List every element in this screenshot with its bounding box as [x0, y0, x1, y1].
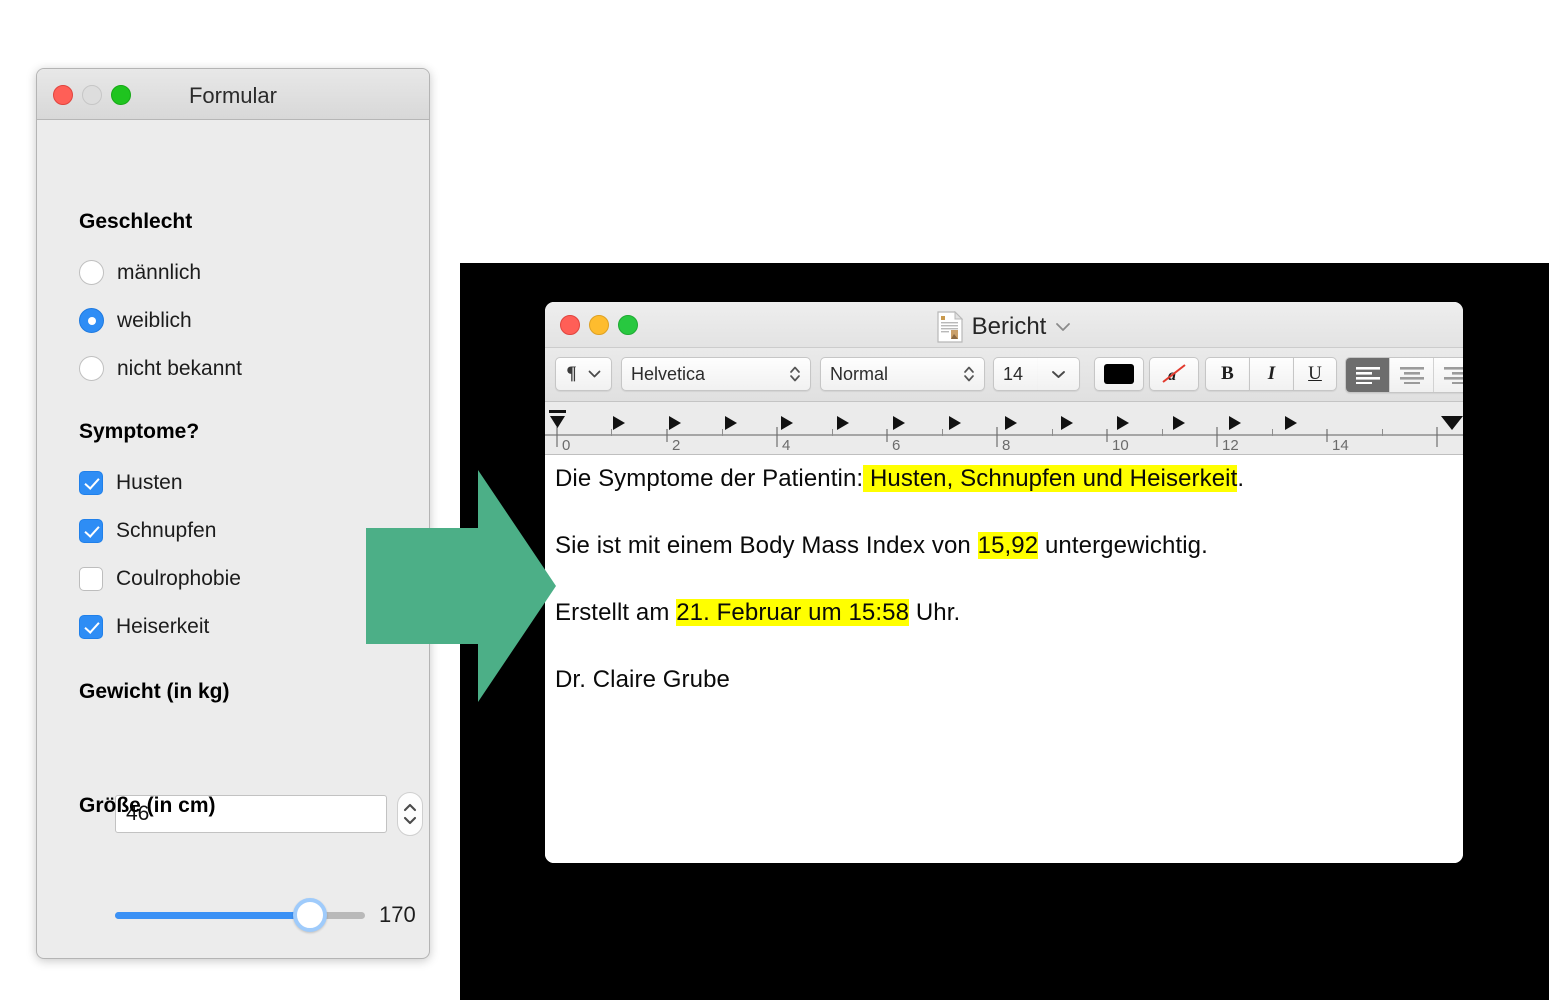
- ruler-tick-label: 2: [672, 437, 680, 454]
- ruler-tick-label: 14: [1332, 437, 1349, 454]
- height-label: Größe (in cm): [79, 794, 216, 817]
- underline-button[interactable]: U: [1293, 357, 1337, 391]
- ruler-tick-label: 12: [1222, 437, 1239, 454]
- ruler-tick-label: 4: [782, 437, 790, 454]
- checkbox-coulrophobie[interactable]: [79, 567, 103, 591]
- text-segment: .: [1237, 465, 1245, 492]
- italic-label: I: [1267, 363, 1276, 384]
- checkbox-option-coulrophobie[interactable]: Coulrophobie: [79, 567, 241, 591]
- updown-chevron-icon[interactable]: [789, 365, 801, 383]
- formular-titlebar: Formular: [37, 69, 429, 120]
- updown-chevron-icon[interactable]: [963, 365, 975, 383]
- document-line-3: Erstellt am 21. Februar um 15:58 Uhr.: [555, 599, 960, 627]
- text-segment: Sie ist mit einem Body Mass Index von: [555, 532, 978, 559]
- radio-label-nicht-bekannt: nicht bekannt: [117, 356, 242, 380]
- highlighted-text-segment: 21. Februar um 15:58: [676, 599, 910, 626]
- color-swatch: [1104, 364, 1134, 384]
- checkbox-option-husten[interactable]: Husten: [79, 471, 183, 495]
- ruler-tick-label: 0: [562, 437, 570, 454]
- align-left-button[interactable]: [1346, 358, 1390, 392]
- document-line-1: Die Symptome der Patientin: Husten, Schn…: [555, 465, 1244, 493]
- radio-label-weiblich: weiblich: [117, 308, 192, 332]
- bold-button[interactable]: B: [1205, 357, 1249, 391]
- checkbox-option-heiserkeit[interactable]: Heiserkeit: [79, 615, 209, 639]
- align-right-button[interactable]: [1434, 358, 1463, 392]
- text-segment: Erstellt am: [555, 599, 677, 626]
- checkbox-option-schnupfen[interactable]: Schnupfen: [79, 519, 216, 543]
- weight-label: Gewicht (in kg): [79, 680, 230, 703]
- symptoms-group-heading: Symptome?: [79, 420, 200, 443]
- weight-stepper[interactable]: [397, 792, 423, 836]
- document-ruler[interactable]: 0 2 4 6 8 10 12 14: [545, 402, 1463, 455]
- bericht-window-title: Bericht: [971, 313, 1047, 340]
- font-family-select[interactable]: Helvetica: [621, 357, 811, 391]
- checkbox-label-husten: Husten: [116, 471, 183, 494]
- font-size-dropdown-button[interactable]: [1038, 357, 1080, 391]
- paragraph-format-value: Normal: [830, 363, 889, 384]
- checkbox-schnupfen[interactable]: [79, 519, 103, 543]
- formular-window-title: Formular: [188, 83, 277, 108]
- bericht-titlebar: Bericht: [545, 302, 1463, 348]
- checkbox-label-schnupfen: Schnupfen: [116, 519, 217, 542]
- radio-option-maennlich[interactable]: männlich: [79, 260, 201, 285]
- document-page[interactable]: Die Symptome der Patientin: Husten, Schn…: [545, 455, 1463, 863]
- text-segment: Dr. Claire Grube: [555, 666, 730, 693]
- radio-label-maennlich: männlich: [117, 260, 202, 284]
- underline-label: U: [1308, 363, 1322, 384]
- radio-maennlich[interactable]: [79, 260, 104, 285]
- alignment-button-group: [1345, 357, 1463, 393]
- align-center-button[interactable]: [1390, 358, 1434, 392]
- text-color-button[interactable]: [1094, 357, 1144, 391]
- document-line-2: Sie ist mit einem Body Mass Index von 15…: [555, 532, 1208, 560]
- slider-track-fill: [115, 912, 305, 919]
- slider-thumb[interactable]: [293, 898, 327, 932]
- bericht-window: Bericht ¶ Helvetica Normal 14 B I U 0 2 …: [545, 302, 1463, 863]
- checkbox-label-heiserkeit: Heiserkeit: [116, 615, 210, 638]
- green-arrow-annotation: [366, 470, 556, 702]
- pilcrow-icon: ¶: [566, 363, 577, 384]
- text-segment: Die Symptome der Patientin:: [555, 465, 864, 492]
- ruler-tick-label: 10: [1112, 437, 1129, 454]
- checkbox-heiserkeit[interactable]: [79, 615, 103, 639]
- highlighted-text-segment: Husten, Schnupfen und Heiserkeit: [863, 465, 1238, 492]
- chevron-down-icon[interactable]: [588, 370, 601, 378]
- bericht-title-group: Bericht: [545, 311, 1463, 343]
- align-right-icon: [1443, 367, 1463, 384]
- text-segment: Uhr.: [909, 599, 961, 626]
- chevron-down-icon[interactable]: [1051, 370, 1066, 379]
- chevron-down-icon[interactable]: [403, 816, 417, 825]
- italic-button[interactable]: I: [1249, 357, 1293, 391]
- highlighted-text-segment: 15,92: [977, 532, 1039, 559]
- font-size-input[interactable]: 14: [993, 357, 1038, 391]
- align-center-icon: [1399, 367, 1424, 384]
- bericht-toolbar: ¶ Helvetica Normal 14 B I U: [545, 348, 1463, 402]
- document-line-4: Dr. Claire Grube: [555, 666, 730, 694]
- font-size-value: 14: [1003, 363, 1024, 384]
- checkbox-label-coulrophobie: Coulrophobie: [116, 567, 241, 590]
- ruler-tick-label: 8: [1002, 437, 1010, 454]
- document-file-icon: [937, 311, 963, 343]
- chevron-down-icon[interactable]: [1055, 322, 1071, 332]
- checkbox-husten[interactable]: [79, 471, 103, 495]
- gender-group-heading: Geschlecht: [79, 210, 193, 233]
- chevron-up-icon[interactable]: [403, 803, 417, 812]
- radio-option-nicht-bekannt[interactable]: nicht bekannt: [79, 356, 242, 381]
- ruler-tick-label: 6: [892, 437, 900, 454]
- radio-weiblich[interactable]: [79, 308, 104, 333]
- paragraph-format-select[interactable]: Normal: [820, 357, 985, 391]
- ruler-graphic: 0 2 4 6 8 10 12 14: [545, 410, 1463, 454]
- radio-option-weiblich[interactable]: weiblich: [79, 308, 192, 333]
- font-family-value: Helvetica: [631, 363, 706, 384]
- radio-nicht-bekannt[interactable]: [79, 356, 104, 381]
- strikethrough-a-icon: a: [1162, 364, 1186, 384]
- paragraph-style-button[interactable]: ¶: [555, 357, 612, 391]
- highlight-color-button[interactable]: a: [1149, 357, 1199, 391]
- height-value: 170: [379, 902, 416, 927]
- height-slider[interactable]: [115, 898, 365, 936]
- text-segment: untergewichtig.: [1038, 532, 1208, 559]
- bold-label: B: [1221, 363, 1234, 384]
- align-left-icon: [1355, 367, 1380, 384]
